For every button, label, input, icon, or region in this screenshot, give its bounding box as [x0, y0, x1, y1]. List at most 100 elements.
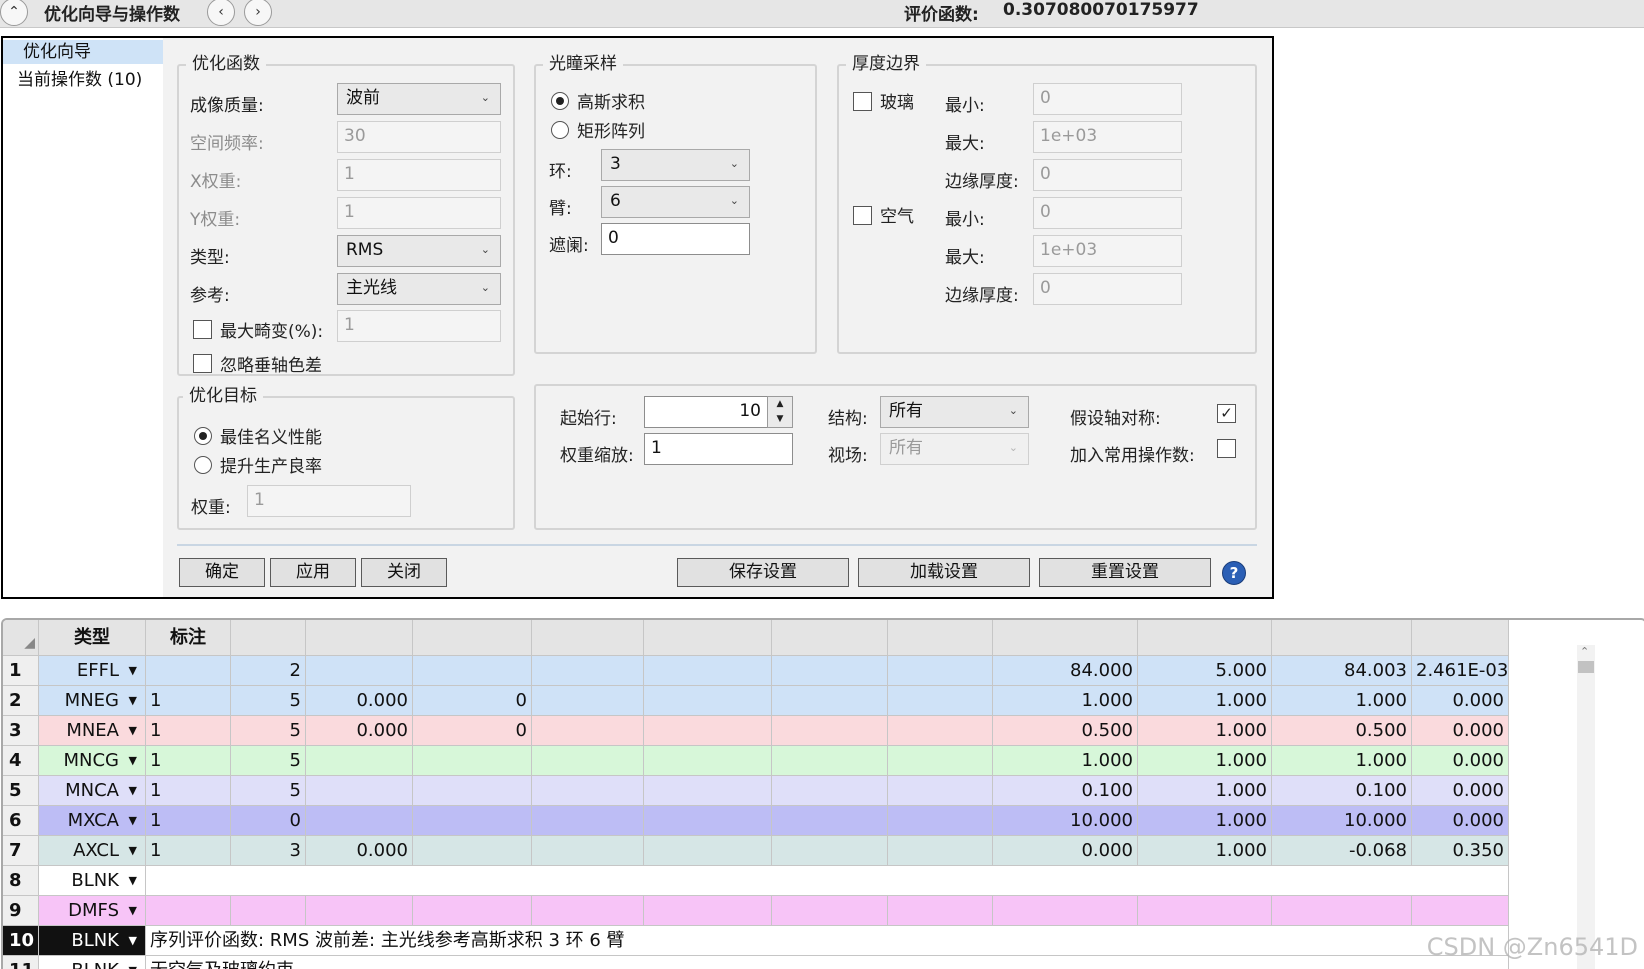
obscuration-field[interactable]: 0	[601, 223, 750, 255]
table-cell[interactable]	[413, 776, 532, 806]
add-common-operands-checkbox[interactable]	[1217, 439, 1236, 458]
table-cell[interactable]: 0.000	[1412, 746, 1509, 776]
table-cell[interactable]	[306, 806, 413, 836]
table-cell[interactable]: 0.000	[1412, 716, 1509, 746]
table-cell[interactable]	[306, 656, 413, 686]
table-cell[interactable]	[888, 896, 993, 926]
table-cell[interactable]	[413, 806, 532, 836]
table-cell[interactable]: 1.000	[1272, 746, 1412, 776]
caret-down-icon[interactable]: ▼	[129, 836, 137, 865]
table-cell[interactable]	[146, 656, 231, 686]
table-cell[interactable]: 0.000	[306, 716, 413, 746]
table-cell[interactable]	[772, 716, 888, 746]
column-header[interactable]	[1412, 620, 1509, 656]
caret-down-icon[interactable]: ▼	[129, 896, 137, 925]
table-cell[interactable]: 5	[231, 716, 306, 746]
close-button[interactable]: 关闭	[361, 558, 447, 587]
caret-down-icon[interactable]: ▼	[129, 866, 137, 895]
column-header[interactable]	[1272, 620, 1412, 656]
reference-select[interactable]: 主光线 ⌄	[337, 273, 501, 305]
best-nominal-radio[interactable]	[194, 427, 212, 445]
table-cell[interactable]	[772, 686, 888, 716]
row-number[interactable]: 10	[3, 926, 39, 956]
operand-type-select[interactable]: MNCG ▼	[39, 746, 146, 776]
configuration-select[interactable]: 所有 ⌄	[880, 396, 1029, 428]
operand-type-select[interactable]: MNCA ▼	[39, 776, 146, 806]
operand-comment[interactable]: 无空气及玻璃约束.	[146, 956, 1509, 969]
row-number[interactable]: 5	[3, 776, 39, 806]
operand-comment[interactable]: 序列评价函数: RMS 波前差: 主光线参考高斯求积 3 环 6 臂	[146, 926, 1509, 956]
table-cell[interactable]: 1.000	[1138, 746, 1272, 776]
table-cell[interactable]	[231, 896, 306, 926]
operand-comment[interactable]	[146, 866, 1509, 896]
table-cell[interactable]: 0	[231, 806, 306, 836]
target-weight-field[interactable]: 1	[247, 485, 411, 517]
load-settings-button[interactable]: 加载设置	[858, 558, 1030, 587]
air-min-field[interactable]: 0	[1033, 197, 1182, 229]
operand-type-select[interactable]: BLNK ▼	[39, 956, 146, 969]
spatial-frequency-field[interactable]: 30	[337, 121, 501, 153]
table-cell[interactable]: 1.000	[993, 686, 1138, 716]
field-select[interactable]: 所有 ⌄	[880, 433, 1029, 465]
gaussian-quadrature-radio[interactable]	[551, 92, 569, 110]
save-settings-button[interactable]: 保存设置	[677, 558, 849, 587]
caret-down-icon[interactable]: ▼	[129, 656, 137, 685]
air-edge-field[interactable]: 0	[1033, 273, 1182, 305]
table-cell[interactable]: 1.000	[1138, 776, 1272, 806]
table-cell[interactable]: 5	[231, 746, 306, 776]
start-row-field[interactable]: 10	[644, 396, 768, 428]
table-cell[interactable]: 1.000	[993, 746, 1138, 776]
table-cell[interactable]	[772, 806, 888, 836]
row-number[interactable]: 4	[3, 746, 39, 776]
table-cell[interactable]	[888, 716, 993, 746]
table-cell[interactable]	[888, 836, 993, 866]
operand-type-select[interactable]: MNEG ▼	[39, 686, 146, 716]
row-number[interactable]: 3	[3, 716, 39, 746]
table-cell[interactable]: 0.000	[993, 836, 1138, 866]
caret-down-icon[interactable]: ▼	[129, 716, 137, 745]
triangle-up-icon[interactable]: ▲	[768, 397, 792, 412]
column-header[interactable]	[413, 620, 532, 656]
column-header[interactable]	[1138, 620, 1272, 656]
column-header[interactable]	[231, 620, 306, 656]
nav-item-wizard[interactable]: 优化向导	[3, 40, 163, 64]
table-cell[interactable]	[1272, 896, 1412, 926]
table-cell[interactable]	[644, 836, 772, 866]
type-select[interactable]: RMS ⌄	[337, 235, 501, 267]
table-cell[interactable]: 0.500	[1272, 716, 1412, 746]
table-cell[interactable]	[888, 686, 993, 716]
operand-type-select[interactable]: DMFS ▼	[39, 896, 146, 926]
row-number[interactable]: 8	[3, 866, 39, 896]
chevron-right-icon[interactable]: ›	[244, 0, 272, 26]
caret-down-icon[interactable]: ▼	[129, 956, 137, 969]
table-cell[interactable]: 5	[231, 686, 306, 716]
improve-yield-radio[interactable]	[194, 456, 212, 474]
table-cell[interactable]	[644, 776, 772, 806]
table-cell[interactable]	[413, 746, 532, 776]
table-cell[interactable]	[413, 836, 532, 866]
table-cell[interactable]: 84.000	[993, 656, 1138, 686]
ok-button[interactable]: 确定	[179, 558, 265, 587]
table-cell[interactable]	[532, 746, 644, 776]
table-cell[interactable]	[888, 776, 993, 806]
caret-down-icon[interactable]: ▼	[129, 746, 137, 775]
table-cell[interactable]: 0.000	[306, 686, 413, 716]
table-cell[interactable]	[1412, 896, 1509, 926]
table-cell[interactable]: 0	[413, 686, 532, 716]
table-cell[interactable]: 1	[146, 806, 231, 836]
table-cell[interactable]	[644, 686, 772, 716]
nav-item-current-operands[interactable]: 当前操作数 (10)	[3, 68, 163, 92]
table-cell[interactable]: 0.100	[993, 776, 1138, 806]
table-cell[interactable]	[644, 656, 772, 686]
table-cell[interactable]: 84.003	[1272, 656, 1412, 686]
row-number[interactable]: 7	[3, 836, 39, 866]
table-cell[interactable]	[532, 656, 644, 686]
column-header[interactable]: 标注	[146, 620, 231, 656]
operand-type-select[interactable]: AXCL ▼	[39, 836, 146, 866]
table-cell[interactable]	[772, 896, 888, 926]
table-cell[interactable]: 10.000	[1272, 806, 1412, 836]
scrollbar-thumb[interactable]	[1578, 661, 1594, 673]
row-number[interactable]: 6	[3, 806, 39, 836]
ignore-lateral-color-checkbox[interactable]	[193, 354, 212, 373]
table-cell[interactable]	[413, 656, 532, 686]
